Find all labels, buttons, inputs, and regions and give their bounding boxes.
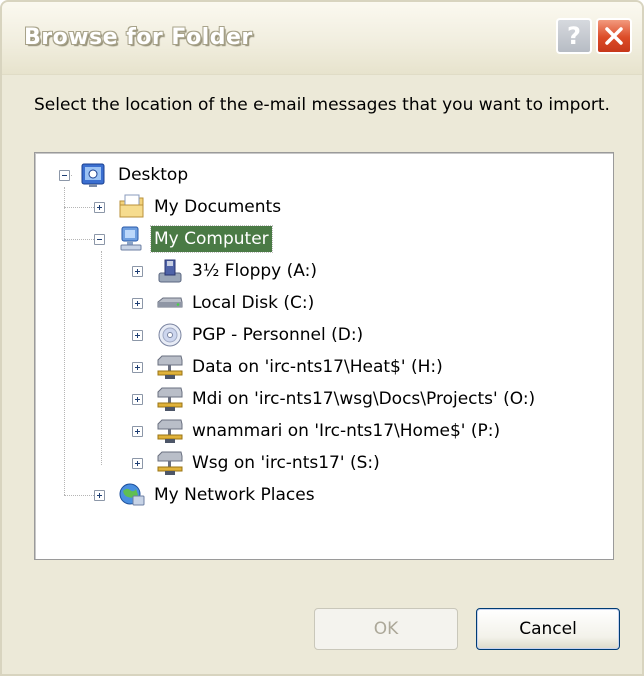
expand-toggle[interactable] [94, 490, 105, 501]
network-drive-icon [157, 419, 183, 443]
tree-item-drive[interactable]: PGP - Personnel (D:) [35, 321, 615, 353]
tree-item-drive[interactable]: Wsg on 'irc-nts17' (S:) [35, 449, 615, 481]
network-places-icon [119, 483, 145, 506]
tree-item-label: Data on 'irc-nts17\Heat$' (H:) [192, 357, 443, 377]
tree-item-label: My Network Places [154, 485, 315, 505]
tree-item-desktop[interactable]: Desktop [35, 161, 615, 193]
expand-toggle[interactable] [132, 426, 143, 437]
ok-button[interactable]: OK [314, 608, 458, 650]
tree-item-label-selected: My Computer [150, 225, 273, 253]
hard-disk-icon [157, 297, 183, 308]
my-documents-icon [119, 194, 144, 218]
tree-item-my-network-places[interactable]: My Network Places [35, 481, 615, 513]
browse-for-folder-dialog: Browse for Folder ? Select the location … [0, 0, 644, 676]
desktop-icon [81, 163, 105, 187]
tree-item-drive[interactable]: wnammari on 'Irc-nts17\Home$' (P:) [35, 417, 615, 449]
tree-item-label: wnammari on 'Irc-nts17\Home$' (P:) [192, 421, 501, 441]
instruction-text: Select the location of the e-mail messag… [34, 95, 610, 115]
expand-toggle[interactable] [132, 362, 143, 373]
tree-item-my-documents[interactable]: My Documents [35, 193, 615, 225]
tree-item-label: Mdi on 'irc-nts17\wsg\Docs\Projects' (O:… [192, 389, 536, 409]
tree-item-label: Local Disk (C:) [192, 293, 315, 313]
cancel-button[interactable]: Cancel [476, 608, 620, 650]
network-drive-icon [157, 355, 183, 379]
network-drive-icon [157, 387, 183, 411]
title-bar[interactable]: Browse for Folder ? [2, 2, 642, 75]
folder-tree[interactable]: Desktop My Documents My Computer 3½ Flop… [34, 152, 614, 560]
tree-item-label: My Documents [154, 197, 282, 217]
collapse-toggle[interactable] [59, 170, 70, 181]
tree-item-label: Wsg on 'irc-nts17' (S:) [192, 453, 380, 473]
expand-toggle[interactable] [132, 298, 143, 309]
dialog-title: Browse for Folder [24, 25, 253, 50]
my-computer-icon [120, 226, 142, 251]
network-drive-icon [157, 451, 183, 475]
expand-toggle[interactable] [132, 266, 143, 277]
cd-drive-icon [158, 323, 182, 347]
collapse-toggle[interactable] [94, 234, 105, 245]
floppy-drive-icon [158, 259, 182, 283]
tree-item-label: Desktop [118, 165, 189, 185]
expand-toggle[interactable] [132, 394, 143, 405]
expand-toggle[interactable] [94, 202, 105, 213]
tree-item-drive[interactable]: 3½ Floppy (A:) [35, 257, 615, 289]
tree-item-label: 3½ Floppy (A:) [192, 261, 317, 281]
expand-toggle[interactable] [132, 458, 143, 469]
tree-item-drive[interactable]: Mdi on 'irc-nts17\wsg\Docs\Projects' (O:… [35, 385, 615, 417]
tree-item-drive[interactable]: Local Disk (C:) [35, 289, 615, 321]
tree-item-drive[interactable]: Data on 'irc-nts17\Heat$' (H:) [35, 353, 615, 385]
close-button[interactable] [596, 18, 632, 54]
expand-toggle[interactable] [132, 330, 143, 341]
tree-item-label: PGP - Personnel (D:) [192, 325, 364, 345]
close-icon [605, 27, 623, 45]
help-button[interactable]: ? [556, 18, 592, 54]
tree-item-my-computer[interactable]: My Computer [35, 225, 615, 257]
